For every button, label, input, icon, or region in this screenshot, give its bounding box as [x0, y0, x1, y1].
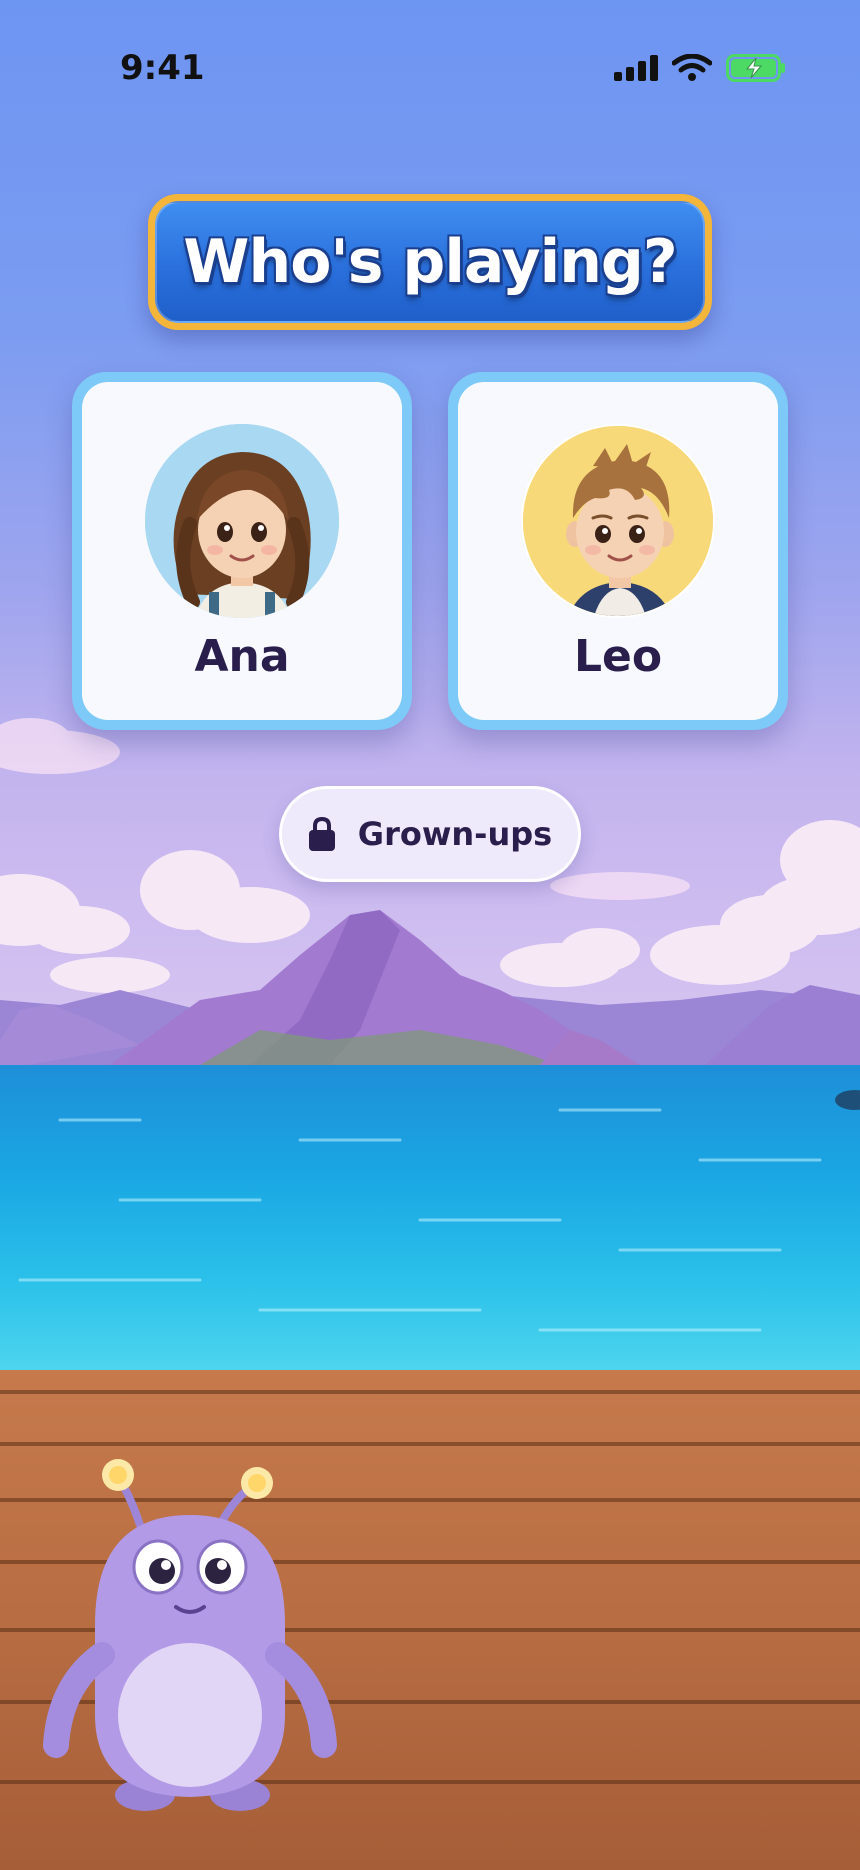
boy-avatar-icon — [523, 426, 713, 616]
girl-avatar — [145, 424, 339, 618]
grown-ups-button[interactable]: Grown-ups — [279, 786, 581, 882]
title-banner: Who's playing? — [148, 194, 712, 330]
status-icons — [614, 54, 786, 82]
wifi-icon — [672, 54, 712, 81]
profile-card-ana[interactable]: Ana — [72, 372, 412, 730]
lock-icon — [308, 816, 335, 851]
status-bar: 9:41 — [0, 40, 860, 100]
battery-charging-icon — [726, 54, 785, 82]
girl-avatar-icon — [145, 424, 339, 618]
profile-name-ana: Ana — [194, 631, 290, 682]
profile-card-leo[interactable]: Leo — [448, 372, 788, 730]
signal-bars-icon — [614, 55, 658, 81]
purple-monster-mascot — [43, 1459, 337, 1811]
page-title: Who's playing? — [183, 227, 677, 297]
profile-card-inner: Leo — [458, 382, 778, 720]
boy-avatar — [521, 424, 715, 618]
status-time: 9:41 — [120, 48, 205, 88]
title-banner-inner: Who's playing? — [155, 201, 705, 323]
grown-ups-label: Grown-ups — [357, 815, 553, 853]
profile-name-leo: Leo — [573, 631, 663, 682]
profile-card-inner: Ana — [82, 382, 402, 720]
